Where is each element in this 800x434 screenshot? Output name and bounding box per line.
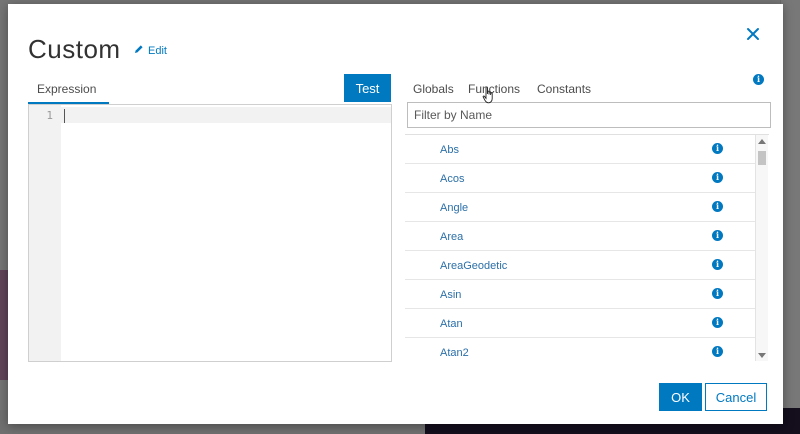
function-item[interactable]: Atan2 i <box>405 338 755 361</box>
info-icon[interactable]: i <box>712 230 723 241</box>
scroll-thumb[interactable] <box>758 151 766 165</box>
scroll-down-arrow-icon[interactable] <box>758 353 766 358</box>
cancel-button[interactable]: Cancel <box>705 383 767 411</box>
function-name: Atan <box>440 318 463 330</box>
function-name: Atan2 <box>440 347 469 359</box>
function-item[interactable]: AreaGeodetic i <box>405 251 755 280</box>
custom-expression-dialog: Custom Edit Expression Test Globals Func… <box>8 4 783 424</box>
close-icon <box>743 28 763 48</box>
info-icon[interactable]: i <box>712 288 723 299</box>
function-name: Area <box>440 231 464 243</box>
ok-button[interactable]: OK <box>659 383 702 411</box>
tab-globals[interactable]: Globals <box>413 82 454 102</box>
function-item[interactable]: Atan i <box>405 309 755 338</box>
scroll-up-arrow-icon[interactable] <box>758 139 766 144</box>
function-list-scrollbar[interactable] <box>755 135 768 361</box>
edit-title-link[interactable]: Edit <box>134 44 167 57</box>
dialog-title: Custom <box>28 34 121 64</box>
tab-expression[interactable]: Expression <box>28 82 109 104</box>
line-number: 1 <box>46 109 53 122</box>
pencil-icon <box>134 44 144 57</box>
info-icon[interactable]: i <box>712 317 723 328</box>
hand-pointer-icon <box>482 86 496 109</box>
editor-gutter <box>29 105 61 361</box>
text-cursor <box>64 109 65 123</box>
tab-constants[interactable]: Constants <box>537 82 591 102</box>
test-button[interactable]: Test <box>344 74 391 102</box>
function-item[interactable]: Angle i <box>405 193 755 222</box>
function-item[interactable]: Acos i <box>405 164 755 193</box>
function-item[interactable]: Area i <box>405 222 755 251</box>
info-icon[interactable]: i <box>712 143 723 154</box>
function-name: Abs <box>440 144 459 156</box>
function-list: Abs i Acos i Angle i Area i AreaGeodetic… <box>405 134 769 361</box>
info-icon[interactable]: i <box>712 172 723 183</box>
filter-by-name-input[interactable] <box>407 102 771 128</box>
info-icon[interactable]: i <box>712 201 723 212</box>
function-item[interactable]: Abs i <box>405 135 755 164</box>
function-name: AreaGeodetic <box>440 260 508 272</box>
function-name: Asin <box>440 289 462 301</box>
info-icon[interactable]: i <box>753 74 764 85</box>
function-item[interactable]: Asin i <box>405 280 755 309</box>
expression-editor[interactable]: 1 <box>28 104 392 362</box>
info-icon[interactable]: i <box>712 259 723 270</box>
info-icon[interactable]: i <box>712 346 723 357</box>
editor-active-line <box>61 107 391 123</box>
close-button[interactable] <box>743 24 763 44</box>
function-name: Angle <box>440 202 469 214</box>
function-name: Acos <box>440 173 465 185</box>
edit-label: Edit <box>148 44 167 57</box>
